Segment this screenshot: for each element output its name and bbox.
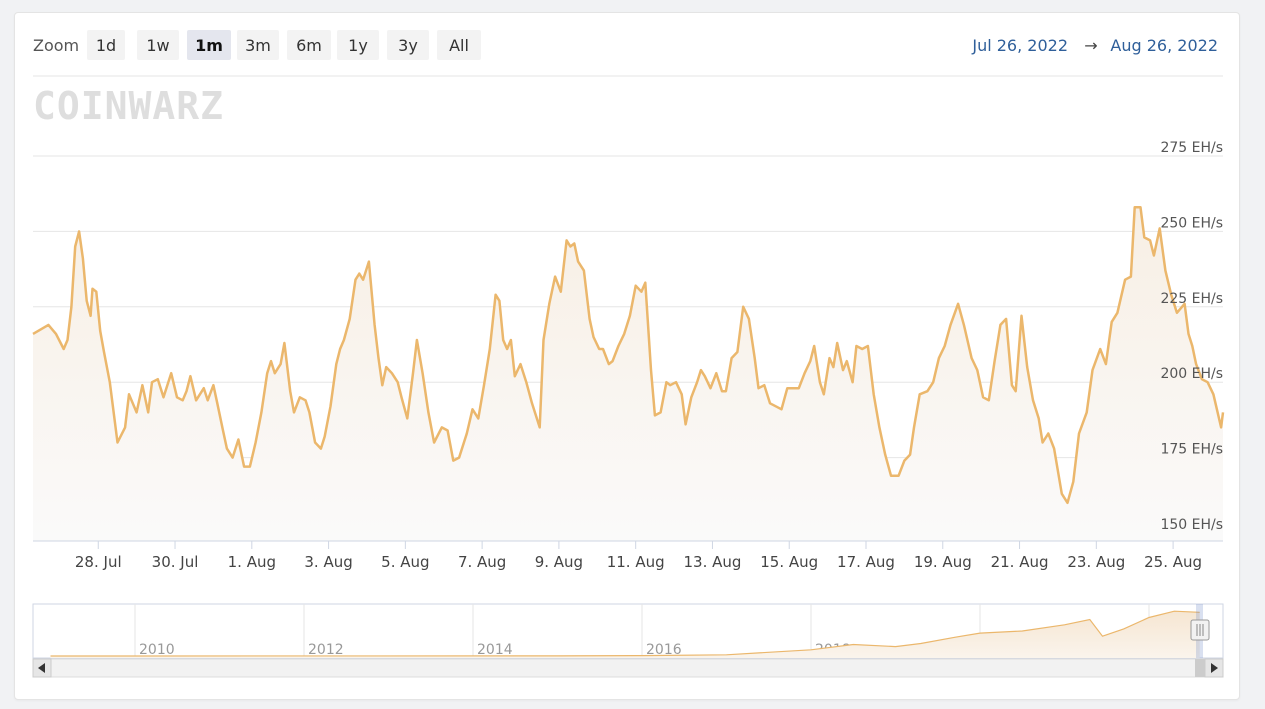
x-tick-label: 3. Aug (304, 553, 352, 571)
x-tick-label: 9. Aug (535, 553, 583, 571)
x-tick-label: 13. Aug (683, 553, 741, 571)
range-to-date[interactable]: Aug 26, 2022 (1110, 36, 1218, 55)
zoom-button-1y[interactable]: 1y (337, 30, 379, 60)
x-tick-label: 19. Aug (914, 553, 972, 571)
zoom-button-label: 1y (348, 36, 368, 55)
zoom-label: Zoom (33, 36, 79, 55)
hashrate-chart: Zoom 1d 1w 1m 3m 6m 1y 3y All Jul 26, 2022 → Au… (32, 30, 1225, 678)
zoom-button-1w[interactable]: 1w (137, 30, 179, 60)
y-tick-label: 150 EH/s (1160, 517, 1223, 533)
x-tick-label: 17. Aug (837, 553, 895, 571)
zoom-button-label: 3y (398, 36, 418, 55)
zoom-button-label: 1m (195, 36, 223, 55)
y-tick-label: 250 EH/s (1160, 215, 1223, 231)
scrollbar-thumb[interactable] (1195, 659, 1205, 677)
x-tick-label: 21. Aug (991, 553, 1049, 571)
x-tick-label: 7. Aug (458, 553, 506, 571)
x-tick-label: 23. Aug (1067, 553, 1125, 571)
y-tick-label: 275 EH/s (1160, 140, 1223, 156)
zoom-button-label: 1d (96, 36, 116, 55)
y-tick-label: 175 EH/s (1160, 442, 1223, 458)
range-arrow-icon: → (1084, 36, 1097, 55)
x-tick-label: 25. Aug (1144, 553, 1202, 571)
y-tick-label: 225 EH/s (1160, 291, 1223, 307)
x-axis-ticks: 28. Jul 30. Jul 1. Aug 3. Aug 5. Aug 7. Aug 9.… (75, 541, 1202, 571)
scrollbar-track[interactable] (32, 658, 1224, 678)
range-from-date[interactable]: Jul 26, 2022 (971, 36, 1068, 55)
x-tick-label: 11. Aug (607, 553, 665, 571)
x-tick-label: 5. Aug (381, 553, 429, 571)
navigator[interactable]: 2010201220142016201820202022 (32, 603, 1224, 659)
zoom-button-3y[interactable]: 3y (387, 30, 429, 60)
navigator-scrollbar[interactable] (32, 658, 1224, 678)
x-tick-label: 28. Jul (75, 553, 122, 571)
y-tick-label: 200 EH/s (1160, 366, 1223, 382)
zoom-button-label: 1w (146, 36, 169, 55)
chart-card: Zoom 1d 1w 1m 3m 6m 1y 3y All Jul 26, 2022 → Au… (14, 12, 1240, 700)
zoom-buttons: 1d 1w 1m 3m 6m 1y 3y All (87, 30, 481, 60)
zoom-button-3m[interactable]: 3m (237, 30, 279, 60)
zoom-button-label: 6m (296, 36, 322, 55)
coinwarz-watermark-logo: COINWARZ (33, 84, 224, 128)
x-tick-label: 15. Aug (760, 553, 818, 571)
zoom-button-1m[interactable]: 1m (187, 30, 231, 60)
zoom-button-label: 3m (245, 36, 271, 55)
navigator-handle[interactable] (1190, 619, 1210, 641)
x-tick-label: 30. Jul (152, 553, 199, 571)
x-tick-label: 1. Aug (228, 553, 276, 571)
zoom-button-1d[interactable]: 1d (87, 30, 125, 60)
hashrate-area-fill (33, 207, 1223, 542)
zoom-button-all[interactable]: All (437, 30, 481, 60)
zoom-button-label: All (449, 36, 469, 55)
zoom-button-6m[interactable]: 6m (287, 30, 331, 60)
